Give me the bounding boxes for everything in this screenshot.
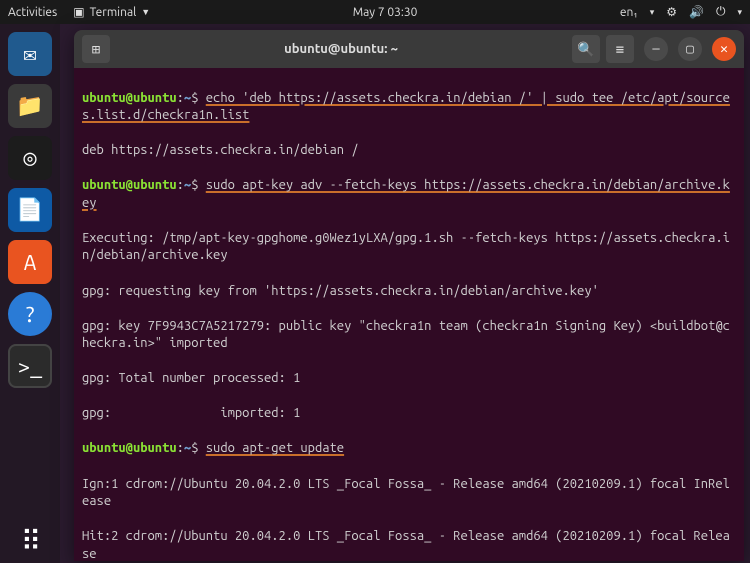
terminal-icon: ▣	[73, 5, 84, 19]
titlebar[interactable]: ⊞ ubuntu@ubuntu: ~ 🔍 ≡ — ▢ ✕	[74, 30, 744, 68]
prompt-user: ubuntu@ubuntu	[82, 441, 177, 455]
chevron-down-icon: ▾	[737, 7, 742, 18]
app-menu[interactable]: ▣ Terminal ▼	[73, 5, 150, 19]
output-line: gpg: imported: 1	[82, 405, 736, 423]
output-line: gpg: Total number processed: 1	[82, 370, 736, 388]
output-line: Ign:1 cdrom://Ubuntu 20.04.2.0 LTS _Foca…	[82, 476, 736, 511]
prompt-sigil: $	[191, 441, 198, 455]
output-line: gpg: requesting key from 'https://assets…	[82, 283, 736, 301]
clock[interactable]: May 7 03:30	[150, 6, 620, 19]
prompt-sigil: $	[191, 91, 198, 105]
terminal-window: ⊞ ubuntu@ubuntu: ~ 🔍 ≡ — ▢ ✕ ubuntu@ubun…	[74, 30, 744, 561]
output-line: deb https://assets.checkra.in/debian /	[82, 142, 736, 160]
chevron-down-icon: ▾	[650, 7, 655, 18]
gnome-topbar: Activities ▣ Terminal ▼ May 7 03:30 en₁ …	[0, 0, 750, 24]
volume-icon[interactable]: 🔊	[689, 5, 704, 19]
search-button[interactable]: 🔍	[572, 35, 600, 63]
dock-rhythmbox[interactable]: ◎	[8, 136, 52, 180]
chevron-down-icon: ▼	[141, 7, 150, 17]
dock-ubuntu-software[interactable]: A	[8, 240, 52, 284]
dock: ✉ 📁 ◎ 📄 A ? >_ ⠿	[0, 24, 60, 563]
dock-libreoffice-writer[interactable]: 📄	[8, 188, 52, 232]
search-icon: 🔍	[577, 41, 594, 58]
new-tab-button[interactable]: ⊞	[82, 35, 110, 63]
dock-thunderbird[interactable]: ✉	[8, 32, 52, 76]
activities-button[interactable]: Activities	[8, 6, 57, 19]
output-line: Hit:2 cdrom://Ubuntu 20.04.2.0 LTS _Foca…	[82, 528, 736, 561]
menu-icon: ≡	[616, 41, 624, 58]
prompt-sep: :	[177, 178, 184, 192]
window-title: ubuntu@ubuntu: ~	[116, 42, 566, 56]
output-line: gpg: key 7F9943C7A5217279: public key "c…	[82, 318, 736, 353]
prompt-sep: :	[177, 441, 184, 455]
dock-show-applications[interactable]: ⠿	[8, 519, 52, 563]
hamburger-menu-button[interactable]: ≡	[606, 35, 634, 63]
command-3: sudo apt-get update	[206, 441, 344, 455]
dock-files[interactable]: 📁	[8, 84, 52, 128]
output-line: Executing: /tmp/apt-key-gpghome.g0Wez1yL…	[82, 230, 736, 265]
prompt-user: ubuntu@ubuntu	[82, 178, 177, 192]
dock-terminal[interactable]: >_	[8, 344, 52, 388]
network-icon[interactable]: ⚙	[666, 5, 677, 19]
terminal-content[interactable]: ubuntu@ubuntu:~$ echo 'deb https://asset…	[74, 68, 744, 561]
close-button[interactable]: ✕	[712, 37, 736, 61]
dock-help[interactable]: ?	[8, 292, 52, 336]
power-icon[interactable]: ⏻	[716, 5, 726, 19]
minimize-button[interactable]: —	[644, 37, 668, 61]
input-source-indicator[interactable]: en₁	[620, 6, 638, 19]
close-icon: ✕	[720, 42, 728, 57]
app-name: Terminal	[90, 6, 137, 19]
prompt-user: ubuntu@ubuntu	[82, 91, 177, 105]
prompt-sigil: $	[191, 178, 198, 192]
maximize-button[interactable]: ▢	[678, 37, 702, 61]
prompt-sep: :	[177, 91, 184, 105]
